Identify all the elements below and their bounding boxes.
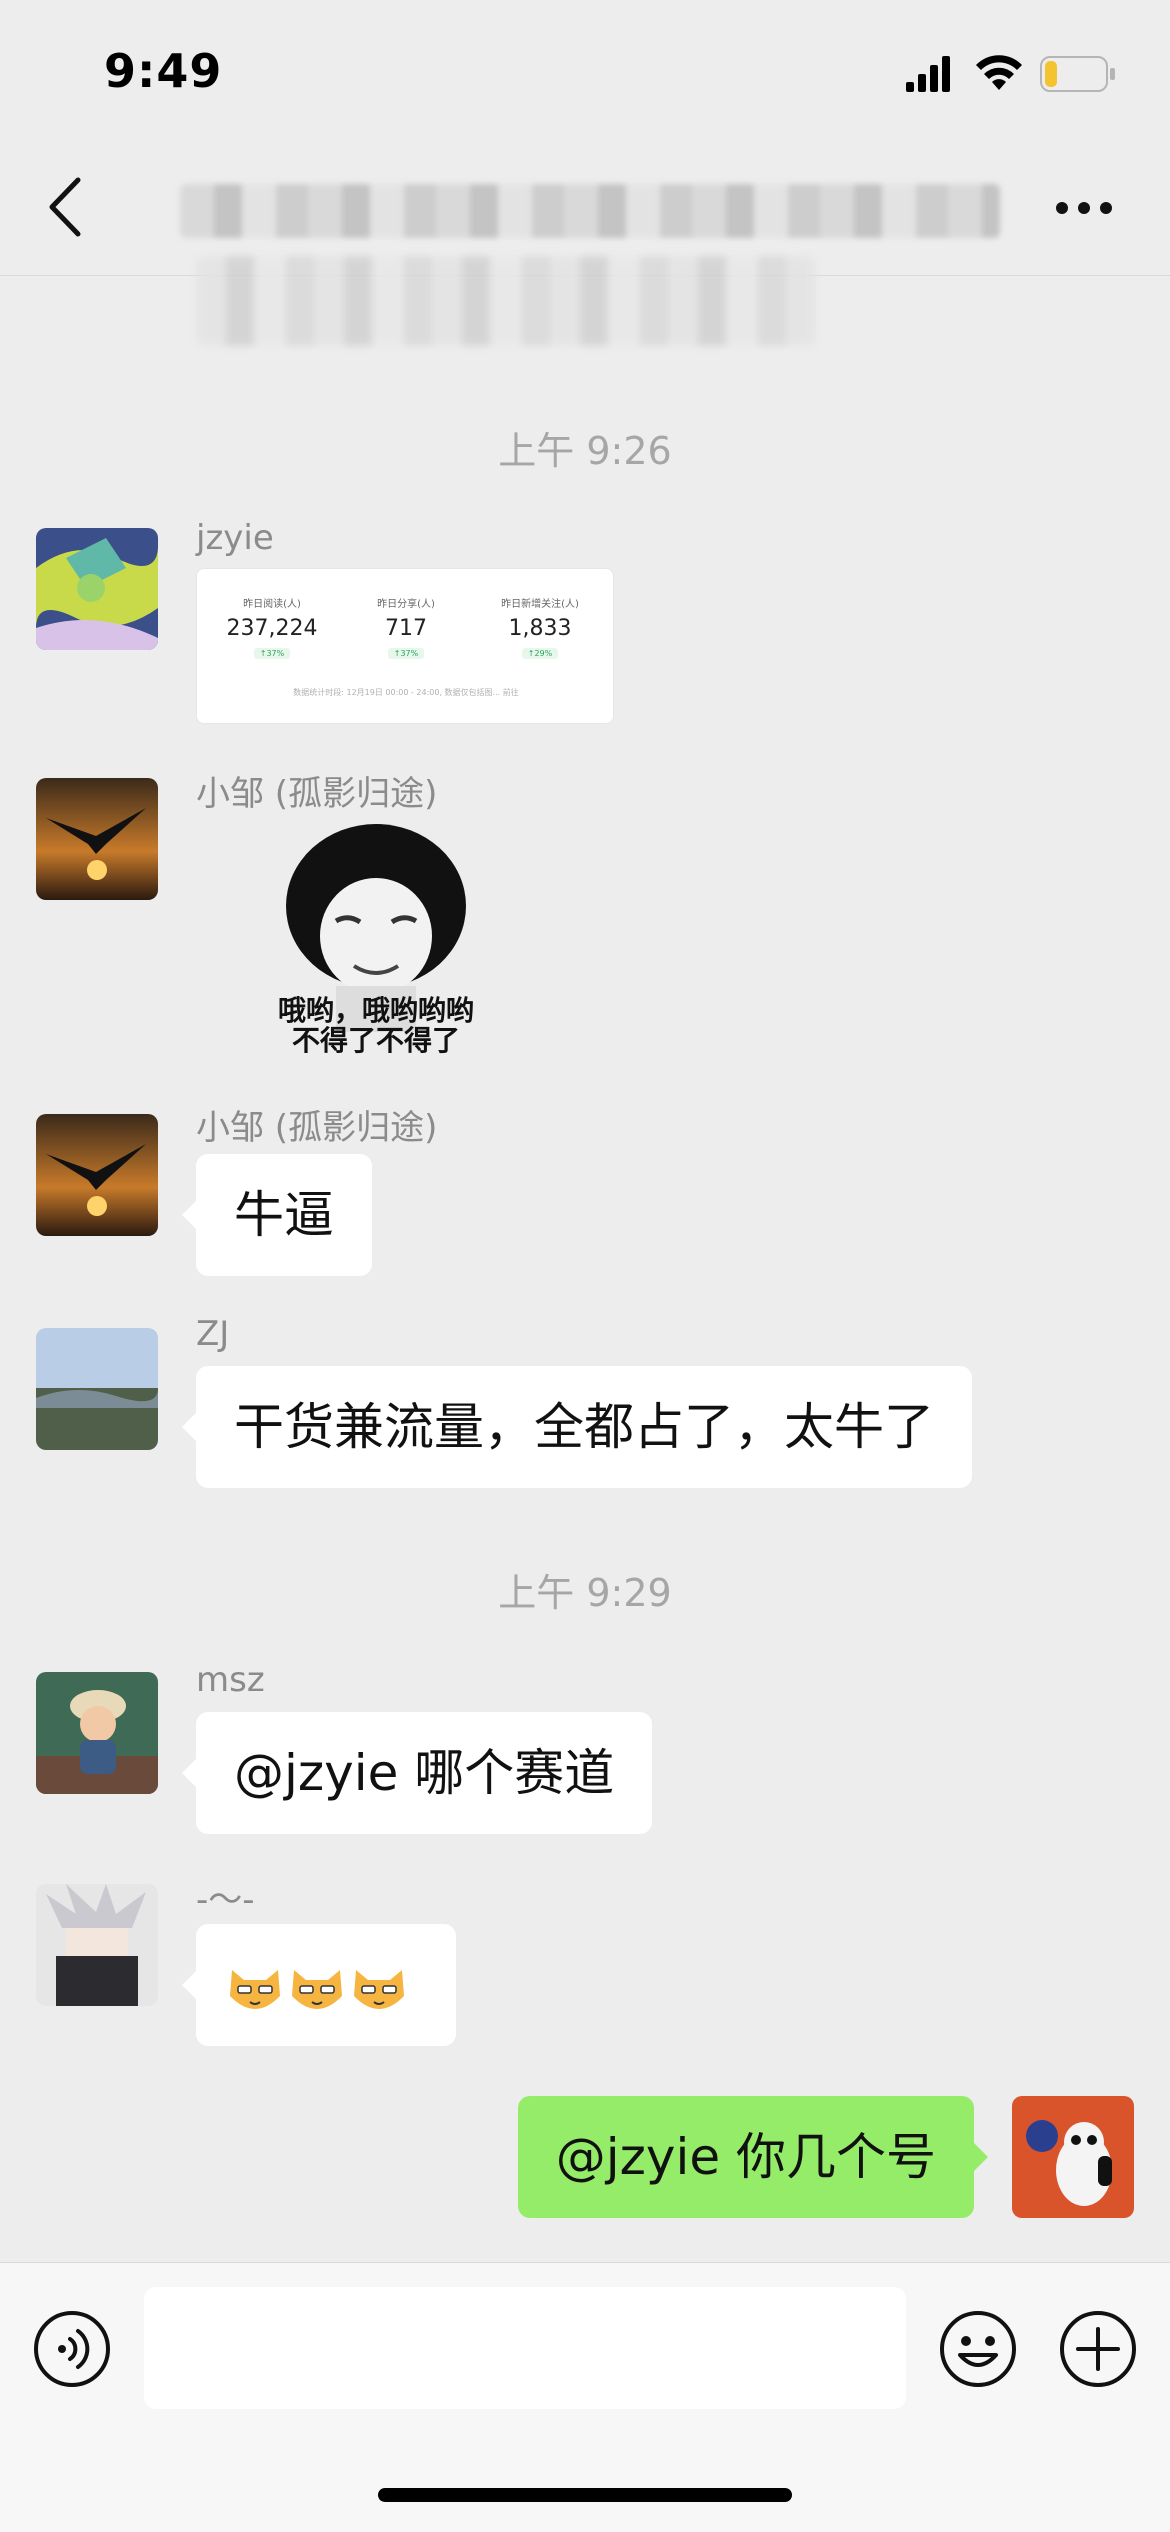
cellular-signal-icon	[906, 56, 950, 92]
message-bubble[interactable]: 牛逼	[182, 1154, 372, 1276]
sticker-caption: 哦哟，哦哟哟哟 不得了不得了	[236, 996, 516, 1056]
avatar[interactable]	[36, 778, 158, 900]
avatar[interactable]	[36, 1114, 158, 1236]
stats-footnote: 数据统计时段: 12月19日 00:00 - 24:00, 数据仅包括图... …	[293, 688, 519, 697]
wifi-icon	[976, 55, 1022, 90]
stat-reads: 昨日阅读(人) 237,224 ↑37%	[207, 595, 337, 660]
emoji-message-bubble[interactable]	[182, 1924, 456, 2046]
stat-label: 昨日新增关注(人)	[501, 599, 579, 610]
message-input[interactable]	[144, 2287, 906, 2409]
emoji-icon[interactable]	[938, 2309, 1018, 2389]
sticker-caption-line: 不得了不得了	[291, 1024, 460, 1057]
my-avatar[interactable]	[1012, 2096, 1134, 2218]
stat-shares: 昨日分享(人) 717 ↑37%	[341, 595, 471, 660]
cat-emoji-icon	[230, 1969, 280, 2009]
sender-name: 小邹 (孤影归途)	[196, 774, 438, 814]
stat-change: ↑37%	[253, 648, 291, 659]
sticker-caption-line: 哦哟，哦哟哟哟	[277, 994, 474, 1027]
avatar[interactable]	[36, 1328, 158, 1450]
avatar[interactable]	[36, 1884, 158, 2006]
stat-label: 昨日分享(人)	[377, 599, 435, 610]
stat-value: 717	[385, 616, 427, 641]
avatar[interactable]	[36, 1672, 158, 1794]
chat-title-redacted	[180, 184, 1000, 238]
message-timestamp: 上午 9:26	[498, 429, 672, 473]
stat-change: ↑37%	[387, 648, 425, 659]
message-timestamp: 上午 9:29	[498, 1571, 672, 1615]
avatar[interactable]	[36, 528, 158, 650]
stat-value: 1,833	[508, 616, 572, 641]
cat-emoji-icon	[292, 1969, 342, 2009]
stat-change: ↑29%	[521, 648, 559, 659]
battery-icon	[1040, 56, 1115, 92]
my-message-bubble[interactable]: @jzyie 你几个号	[517, 2096, 989, 2218]
sender-name: jzyie	[196, 518, 274, 558]
sender-name: -～-	[196, 1880, 255, 1920]
cat-emoji-icon	[354, 1969, 404, 2009]
status-time: 9:49	[104, 44, 223, 98]
stat-value: 237,224	[226, 616, 318, 641]
home-indicator[interactable]	[378, 2488, 792, 2502]
sender-name: ZJ	[196, 1314, 230, 1354]
pinned-message-redacted	[196, 256, 816, 346]
more-options-icon[interactable]	[1054, 200, 1114, 216]
back-arrow-icon[interactable]	[44, 176, 84, 238]
sender-name: msz	[196, 1660, 265, 1700]
voice-input-icon[interactable]	[32, 2309, 112, 2389]
sender-name: 小邹 (孤影归途)	[196, 1108, 438, 1148]
stats-image-message[interactable]: 昨日阅读(人) 237,224 ↑37% 昨日分享(人) 717 ↑37% 昨日…	[196, 568, 614, 724]
plus-icon[interactable]	[1058, 2309, 1138, 2389]
message-bubble[interactable]: 干货兼流量，全都占了，太牛了	[182, 1366, 972, 1488]
stat-new-followers: 昨日新增关注(人) 1,833 ↑29%	[475, 595, 605, 660]
status-bar: 9:49	[0, 0, 1170, 140]
message-bubble[interactable]: @jzyie 哪个赛道	[181, 1712, 653, 1834]
stat-label: 昨日阅读(人)	[243, 599, 301, 610]
